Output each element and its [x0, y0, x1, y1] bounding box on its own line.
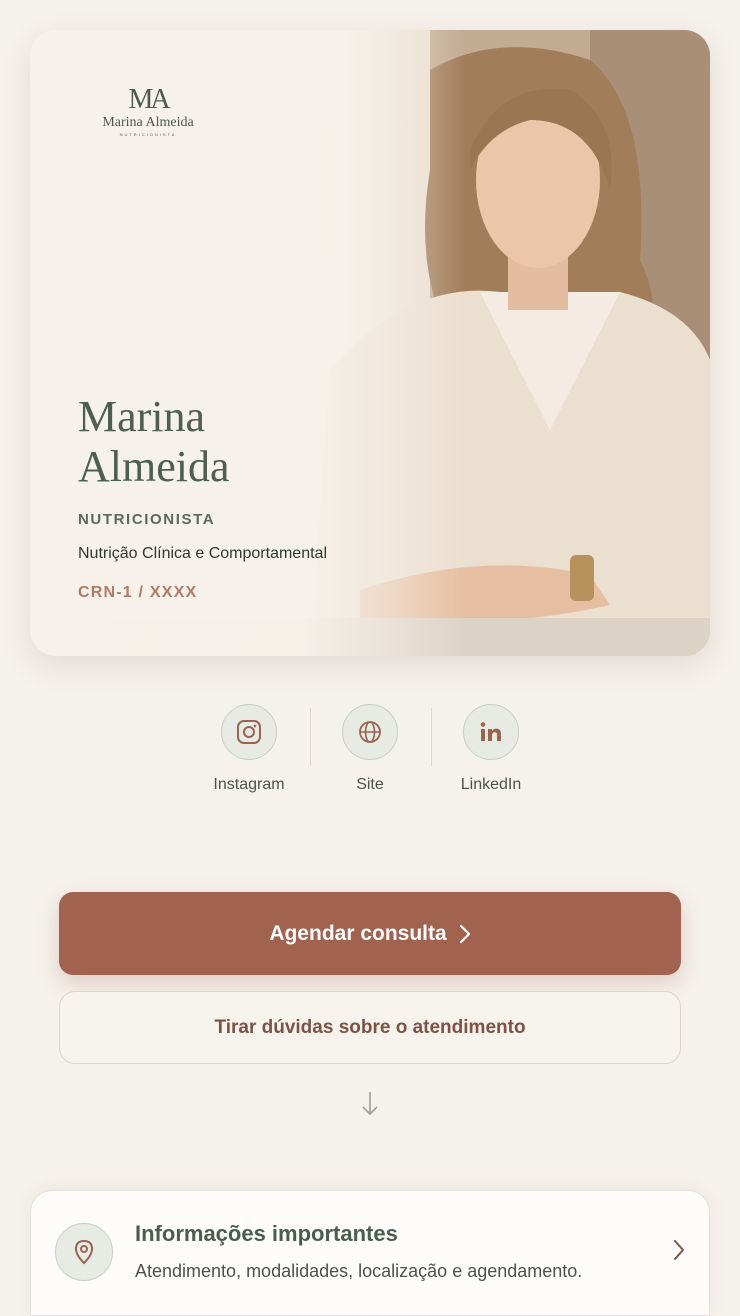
- instagram-icon: [221, 704, 277, 760]
- last-name: Almeida: [78, 442, 230, 491]
- profile-hero-card: MA Marina Almeida NUTRICIONISTA Marina A…: [30, 30, 710, 656]
- logo-monogram: MA: [128, 84, 170, 115]
- globe-icon: [342, 704, 398, 760]
- ask-questions-label: Tirar dúvidas sobre o atendimento: [214, 1016, 526, 1038]
- info-card-title: Informações importantes: [135, 1221, 398, 1246]
- logo-subtitle: NUTRICIONISTA: [119, 132, 177, 137]
- schedule-consultation-button[interactable]: Agendar consulta: [59, 892, 681, 975]
- social-label-linkedin: LinkedIn: [460, 776, 522, 793]
- map-pin-icon: [55, 1223, 113, 1281]
- linkedin-icon: [463, 704, 519, 760]
- logo-name: Marina Almeida: [102, 115, 194, 130]
- specialty-text: Nutrição Clínica e Comportamental: [78, 545, 327, 562]
- first-name: Marina: [78, 392, 206, 441]
- social-label-site: Site: [356, 776, 384, 793]
- ask-questions-button[interactable]: Tirar dúvidas sobre o atendimento: [59, 991, 681, 1064]
- profile-name: Marina Almeida: [78, 392, 230, 492]
- social-link-instagram[interactable]: Instagram: [189, 704, 309, 794]
- social-label-instagram: Instagram: [213, 776, 285, 793]
- arrow-down-icon: [362, 1092, 378, 1116]
- crn-registration: CRN-1 / XXXX: [78, 584, 198, 601]
- schedule-consultation-label: Agendar consulta: [269, 921, 447, 945]
- social-link-linkedin[interactable]: LinkedIn: [431, 704, 551, 794]
- info-card-subtitle: Atendimento, modalidades, localização e …: [135, 1261, 583, 1281]
- chevron-right-icon: [674, 1240, 684, 1260]
- brand-logo: MA Marina Almeida NUTRICIONISTA: [96, 86, 200, 138]
- important-info-card[interactable]: Informações importantes Atendimento, mod…: [30, 1190, 710, 1316]
- profession-label: NUTRICIONISTA: [78, 511, 216, 528]
- chevron-right-icon: [459, 924, 470, 943]
- social-link-site[interactable]: Site: [310, 704, 430, 794]
- social-links: Instagram Site LinkedIn: [0, 704, 740, 804]
